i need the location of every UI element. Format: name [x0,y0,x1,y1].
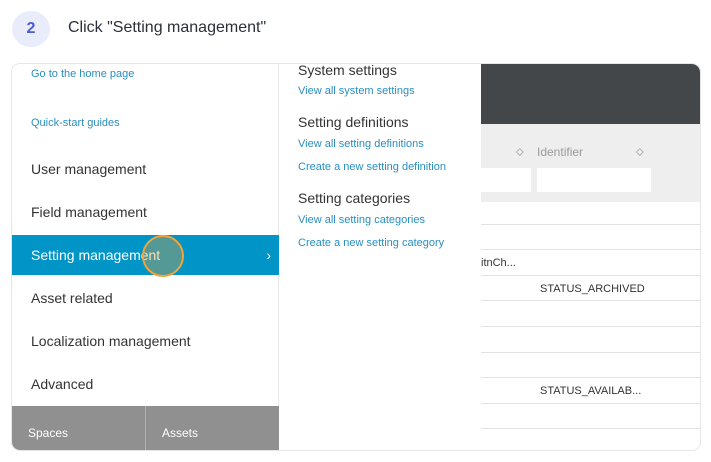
menu-item-user-management[interactable]: User management [12,149,279,189]
identifier-filter-input[interactable] [537,168,651,192]
sort-icon[interactable]: ⬦ [516,146,524,159]
create-setting-category-link[interactable]: Create a new setting category [298,237,444,249]
menu-item-asset-related[interactable]: Asset related [12,278,279,318]
menu-item-label: Setting management [31,247,161,263]
menu-item-label: Advanced [31,376,94,392]
filter-input[interactable] [481,168,531,192]
background-app: ⬦ Identifier ⬦ itnCh... STATUS_ARCHIVED … [481,64,700,450]
setting-management-submenu: System settings View all system settings… [279,64,481,450]
screenshot-frame: ⬦ Identifier ⬦ itnCh... STATUS_ARCHIVED … [12,64,700,450]
menu-item-advanced[interactable]: Advanced [12,364,279,404]
table-row-divider [481,275,700,276]
footer-tab-label: Spaces [28,426,69,440]
create-setting-definition-link[interactable]: Create a new setting definition [298,161,446,173]
submenu-heading-system-settings: System settings [298,64,397,78]
sort-icon[interactable]: ⬦ [636,146,644,159]
table-row-divider [481,326,700,327]
click-indicator [142,235,184,277]
table-cell: itnCh... [481,257,516,269]
footer-tab-assets[interactable]: Assets [145,406,279,450]
chevron-right-icon: › [266,247,271,263]
menu-item-localization-management[interactable]: Localization management [12,321,279,361]
footer-tab-label: Assets [162,426,199,440]
table-row-divider [481,249,700,250]
table-row-divider [481,428,700,429]
menu-footer: Spaces Assets [12,406,279,450]
table-row-divider [481,300,700,301]
step-instruction: Click "Setting management" [68,19,267,36]
view-all-setting-categories-link[interactable]: View all setting categories [298,214,425,226]
view-all-system-settings-link[interactable]: View all system settings [298,85,415,97]
table-cell: STATUS_ARCHIVED [540,283,645,295]
column-header-identifier[interactable]: Identifier [537,145,583,159]
table-row-divider [481,352,700,353]
menu-item-label: Asset related [31,290,113,306]
menu-item-field-management[interactable]: Field management [12,192,279,232]
menu-item-label: User management [31,161,147,177]
table-cell: STATUS_AVAILAB... [540,385,642,397]
step-number-badge: 2 [12,11,50,47]
table-row-divider [481,224,700,225]
footer-tab-spaces[interactable]: Spaces [12,406,145,450]
menu-item-label: Field management [31,204,147,220]
view-all-setting-definitions-link[interactable]: View all setting definitions [298,138,424,150]
home-page-link[interactable]: Go to the home page [31,68,134,80]
submenu-heading-setting-categories: Setting categories [298,190,411,206]
table-row-divider [481,377,700,378]
submenu-heading-setting-definitions: Setting definitions [298,114,409,130]
table-row-divider [481,403,700,404]
quick-start-guides-link[interactable]: Quick-start guides [31,117,120,129]
step-header: 2 Click "Setting management" [0,0,711,56]
menu-item-label: Localization management [31,333,191,349]
app-top-bar [481,64,700,124]
